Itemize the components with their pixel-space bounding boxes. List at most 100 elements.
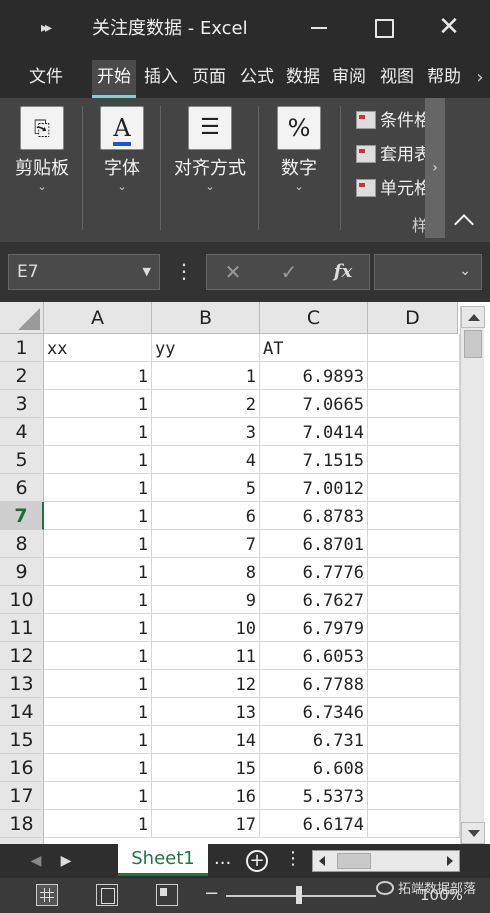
scroll-up-icon[interactable] <box>461 306 485 328</box>
row-header[interactable]: 14 <box>0 698 44 726</box>
cell-a16[interactable]: 1 <box>44 754 152 782</box>
cell-a12[interactable]: 1 <box>44 642 152 670</box>
cell-b4[interactable]: 3 <box>152 418 260 446</box>
collapse-ribbon-icon[interactable] <box>452 208 478 234</box>
cell-a18[interactable]: 1 <box>44 810 152 838</box>
tab-view[interactable]: 视图 <box>376 60 418 98</box>
cell-d1[interactable] <box>368 334 460 362</box>
column-header-b[interactable]: B <box>152 302 260 334</box>
column-header-a[interactable]: A <box>44 302 152 334</box>
row-header[interactable]: 8 <box>0 530 44 558</box>
more-sheets-icon[interactable]: ... <box>214 848 231 869</box>
cell-a9[interactable]: 1 <box>44 558 152 586</box>
add-sheet-icon[interactable]: + <box>246 850 268 872</box>
row-header[interactable]: 13 <box>0 670 44 698</box>
enter-icon[interactable]: ✓ <box>271 255 307 289</box>
cell-d13[interactable] <box>368 670 460 698</box>
number-group[interactable]: % 数字 ⌄ <box>266 98 332 242</box>
minimize-icon[interactable] <box>304 12 334 42</box>
cell-a7[interactable]: 1 <box>44 502 152 530</box>
column-header-c[interactable]: C <box>260 302 368 334</box>
cell-c15[interactable]: 6.731 <box>260 726 368 754</box>
zoom-slider-thumb[interactable] <box>296 886 302 904</box>
cell-a13[interactable]: 1 <box>44 670 152 698</box>
next-sheet-icon[interactable]: ▶ <box>56 848 76 874</box>
cell-c3[interactable]: 7.0665 <box>260 390 368 418</box>
cell-d16[interactable] <box>368 754 460 782</box>
row-header[interactable]: 10 <box>0 586 44 614</box>
cancel-icon[interactable]: ✕ <box>215 255 251 289</box>
select-all-button[interactable] <box>0 302 44 334</box>
worksheet-grid[interactable]: ABCD 1 xx yy AT 2 1 1 6.9893 3 1 2 7.0665 4 1 3 7.0414 5… <box>0 302 490 848</box>
cell-c6[interactable]: 7.0012 <box>260 474 368 502</box>
vertical-scrollbar[interactable] <box>460 306 485 844</box>
cell-b6[interactable]: 5 <box>152 474 260 502</box>
cell-c18[interactable]: 6.6174 <box>260 810 368 838</box>
tab-page-layout[interactable]: 页面 <box>188 60 230 98</box>
scroll-left-icon[interactable] <box>313 851 333 871</box>
cell-d12[interactable] <box>368 642 460 670</box>
previous-sheet-icon[interactable]: ◀ <box>26 848 46 874</box>
page-break-preview-icon[interactable] <box>156 884 178 906</box>
cell-a2[interactable]: 1 <box>44 362 152 390</box>
row-header[interactable]: 6 <box>0 474 44 502</box>
cell-b16[interactable]: 15 <box>152 754 260 782</box>
tab-home[interactable]: 开始 <box>92 60 136 98</box>
clipboard-group[interactable]: ⎘ 剪贴板 ⌄ <box>8 98 76 242</box>
cell-b3[interactable]: 2 <box>152 390 260 418</box>
row-header[interactable]: 17 <box>0 782 44 810</box>
cell-a8[interactable]: 1 <box>44 530 152 558</box>
row-header[interactable]: 2 <box>0 362 44 390</box>
cell-c7[interactable]: 6.8783 <box>260 502 368 530</box>
cell-d11[interactable] <box>368 614 460 642</box>
tab-help[interactable]: 帮助 <box>422 60 466 98</box>
cell-c8[interactable]: 6.8701 <box>260 530 368 558</box>
cell-d2[interactable] <box>368 362 460 390</box>
cell-a1[interactable]: xx <box>44 334 152 362</box>
cell-c12[interactable]: 6.6053 <box>260 642 368 670</box>
cell-b5[interactable]: 4 <box>152 446 260 474</box>
row-header[interactable]: 5 <box>0 446 44 474</box>
cell-a15[interactable]: 1 <box>44 726 152 754</box>
cell-b17[interactable]: 16 <box>152 782 260 810</box>
cell-c1[interactable]: AT <box>260 334 368 362</box>
column-header-d[interactable]: D <box>368 302 458 334</box>
horizontal-scrollbar[interactable] <box>312 850 460 872</box>
cell-b13[interactable]: 12 <box>152 670 260 698</box>
cell-a14[interactable]: 1 <box>44 698 152 726</box>
row-header[interactable]: 4 <box>0 418 44 446</box>
cell-d7[interactable] <box>368 502 460 530</box>
cell-b11[interactable]: 10 <box>152 614 260 642</box>
cell-b18[interactable]: 17 <box>152 810 260 838</box>
tab-insert[interactable]: 插入 <box>140 60 182 98</box>
tab-review[interactable]: 审阅 <box>328 60 370 98</box>
tab-formulas[interactable]: 公式 <box>236 60 278 98</box>
tab-data[interactable]: 数据 <box>282 60 324 98</box>
row-header[interactable]: 1 <box>0 334 44 362</box>
cell-c13[interactable]: 6.7788 <box>260 670 368 698</box>
row-header[interactable]: 12 <box>0 642 44 670</box>
cell-c10[interactable]: 6.7627 <box>260 586 368 614</box>
cell-b10[interactable]: 9 <box>152 586 260 614</box>
chevron-down-icon[interactable]: ⌄ <box>459 263 471 279</box>
formula-input[interactable]: ⌄ <box>374 254 482 290</box>
scroll-down-icon[interactable] <box>461 822 485 844</box>
tab-split-grip-icon[interactable]: ⋮ <box>284 848 302 869</box>
chevron-down-icon[interactable]: ▼ <box>143 255 151 289</box>
row-header[interactable]: 16 <box>0 754 44 782</box>
quick-access-toolbar-icon[interactable]: ▸▸ <box>28 16 62 40</box>
cell-b12[interactable]: 11 <box>152 642 260 670</box>
cell-b15[interactable]: 14 <box>152 726 260 754</box>
row-header[interactable]: 15 <box>0 726 44 754</box>
cell-c17[interactable]: 5.5373 <box>260 782 368 810</box>
name-box[interactable]: E7 ▼ <box>8 254 160 290</box>
format-as-table-button[interactable]: 套用表格格式 <box>356 140 430 164</box>
cell-d18[interactable] <box>368 810 460 838</box>
insert-function-icon[interactable]: fx <box>325 255 361 289</box>
cell-d6[interactable] <box>368 474 460 502</box>
cell-a11[interactable]: 1 <box>44 614 152 642</box>
row-header[interactable]: 3 <box>0 390 44 418</box>
cell-d15[interactable] <box>368 726 460 754</box>
horizontal-scroll-thumb[interactable] <box>337 853 371 869</box>
scroll-thumb[interactable] <box>464 330 482 358</box>
